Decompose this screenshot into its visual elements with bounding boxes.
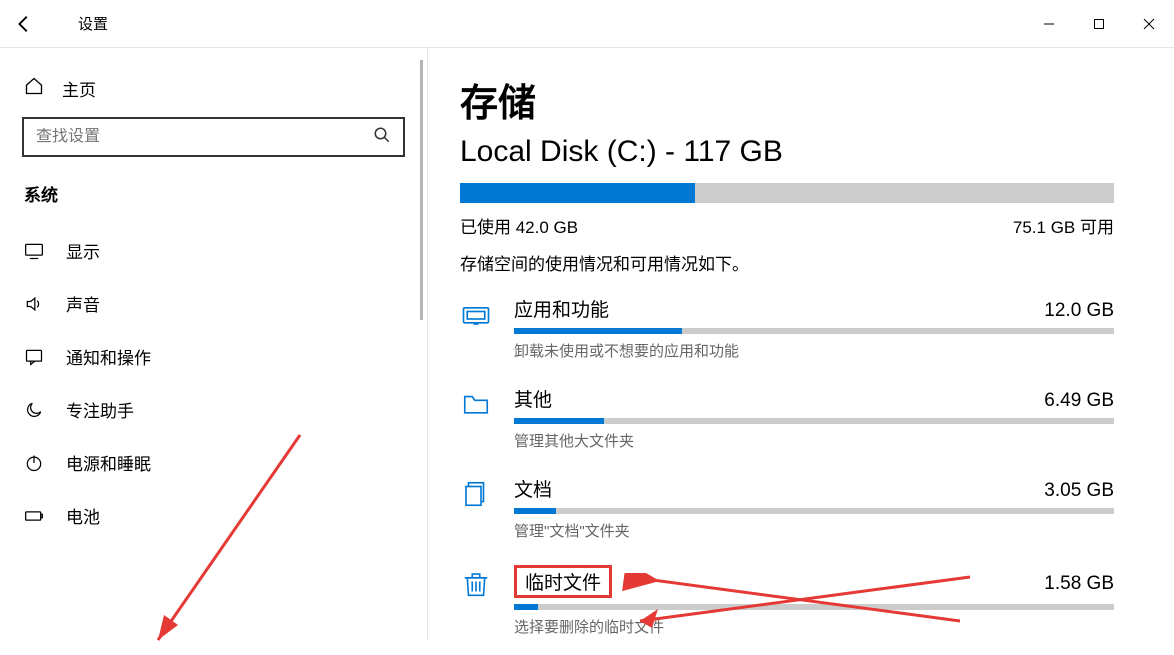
disk-usage-text: 已使用 42.0 GB 75.1 GB 可用 <box>460 213 1114 238</box>
trash-icon <box>460 565 492 637</box>
close-button[interactable] <box>1124 0 1174 48</box>
battery-icon <box>24 506 44 526</box>
chat-icon <box>24 347 44 367</box>
page-title: 存储 <box>460 72 1114 127</box>
category-documents[interactable]: 文档 3.05 GB 管理"文档"文件夹 <box>460 475 1114 541</box>
cat-size: 12.0 GB <box>1044 300 1114 322</box>
cat-size: 3.05 GB <box>1044 480 1114 502</box>
nav-label: 通知和操作 <box>66 344 151 369</box>
maximize-button[interactable] <box>1074 0 1124 48</box>
home-icon <box>24 76 44 101</box>
cat-sub: 管理"文档"文件夹 <box>514 520 1114 541</box>
cat-sub: 选择要删除的临时文件 <box>514 616 1114 637</box>
sound-icon <box>24 294 44 314</box>
category-other[interactable]: 其他 6.49 GB 管理其他大文件夹 <box>460 385 1114 451</box>
free-label: 75.1 GB 可用 <box>1013 213 1114 238</box>
cat-size: 1.58 GB <box>1044 573 1114 595</box>
search-input[interactable] <box>36 128 373 146</box>
cat-bar <box>514 604 1114 610</box>
window-title: 设置 <box>78 13 108 34</box>
category-temp[interactable]: 临时文件 1.58 GB 选择要删除的临时文件 <box>460 565 1114 637</box>
cat-sub: 卸载未使用或不想要的应用和功能 <box>514 340 1114 361</box>
cat-size: 6.49 GB <box>1044 390 1114 412</box>
cat-title: 文档 <box>514 475 552 502</box>
minimize-button[interactable] <box>1024 0 1074 48</box>
monitor-icon <box>24 241 44 261</box>
cat-title: 其他 <box>514 385 552 412</box>
sidebar: 主页 系统 显示 声音 通知和操作 专注助手 电源和睡眠 <box>0 48 428 640</box>
folder-icon <box>460 385 492 451</box>
cat-bar <box>514 418 1114 424</box>
nav-sound[interactable]: 声音 <box>0 277 427 330</box>
cat-title: 应用和功能 <box>514 295 609 322</box>
cat-title-highlighted: 临时文件 <box>514 565 612 598</box>
nav-label: 电池 <box>66 503 100 528</box>
nav-label: 专注助手 <box>66 397 134 422</box>
apps-icon <box>460 295 492 361</box>
home-label: 主页 <box>62 76 96 101</box>
documents-icon <box>460 475 492 541</box>
storage-desc: 存储空间的使用情况和可用情况如下。 <box>460 250 1114 275</box>
nav-notifications[interactable]: 通知和操作 <box>0 330 427 383</box>
category-apps[interactable]: 应用和功能 12.0 GB 卸载未使用或不想要的应用和功能 <box>460 295 1114 361</box>
nav-label: 声音 <box>66 291 100 316</box>
cat-sub: 管理其他大文件夹 <box>514 430 1114 451</box>
nav-label: 显示 <box>66 238 100 263</box>
power-icon <box>24 453 44 473</box>
main-content: 存储 Local Disk (C:) - 117 GB 已使用 42.0 GB … <box>428 48 1174 640</box>
search-box[interactable] <box>22 117 405 157</box>
window-controls <box>1024 0 1174 48</box>
used-label: 已使用 42.0 GB <box>460 213 578 238</box>
cat-bar <box>514 508 1114 514</box>
nav-power[interactable]: 电源和睡眠 <box>0 436 427 489</box>
moon-icon <box>24 400 44 420</box>
nav-label: 电源和睡眠 <box>66 450 151 475</box>
titlebar: 设置 <box>0 0 1174 48</box>
disk-usage-bar <box>460 183 1114 203</box>
disk-label: Local Disk (C:) - 117 GB <box>460 135 1114 169</box>
nav-focus[interactable]: 专注助手 <box>0 383 427 436</box>
section-label: 系统 <box>0 181 427 224</box>
back-button[interactable] <box>0 0 48 48</box>
home-nav[interactable]: 主页 <box>0 68 427 117</box>
search-icon <box>373 126 391 149</box>
nav-display[interactable]: 显示 <box>0 224 427 277</box>
nav-battery[interactable]: 电池 <box>0 489 427 542</box>
cat-bar <box>514 328 1114 334</box>
